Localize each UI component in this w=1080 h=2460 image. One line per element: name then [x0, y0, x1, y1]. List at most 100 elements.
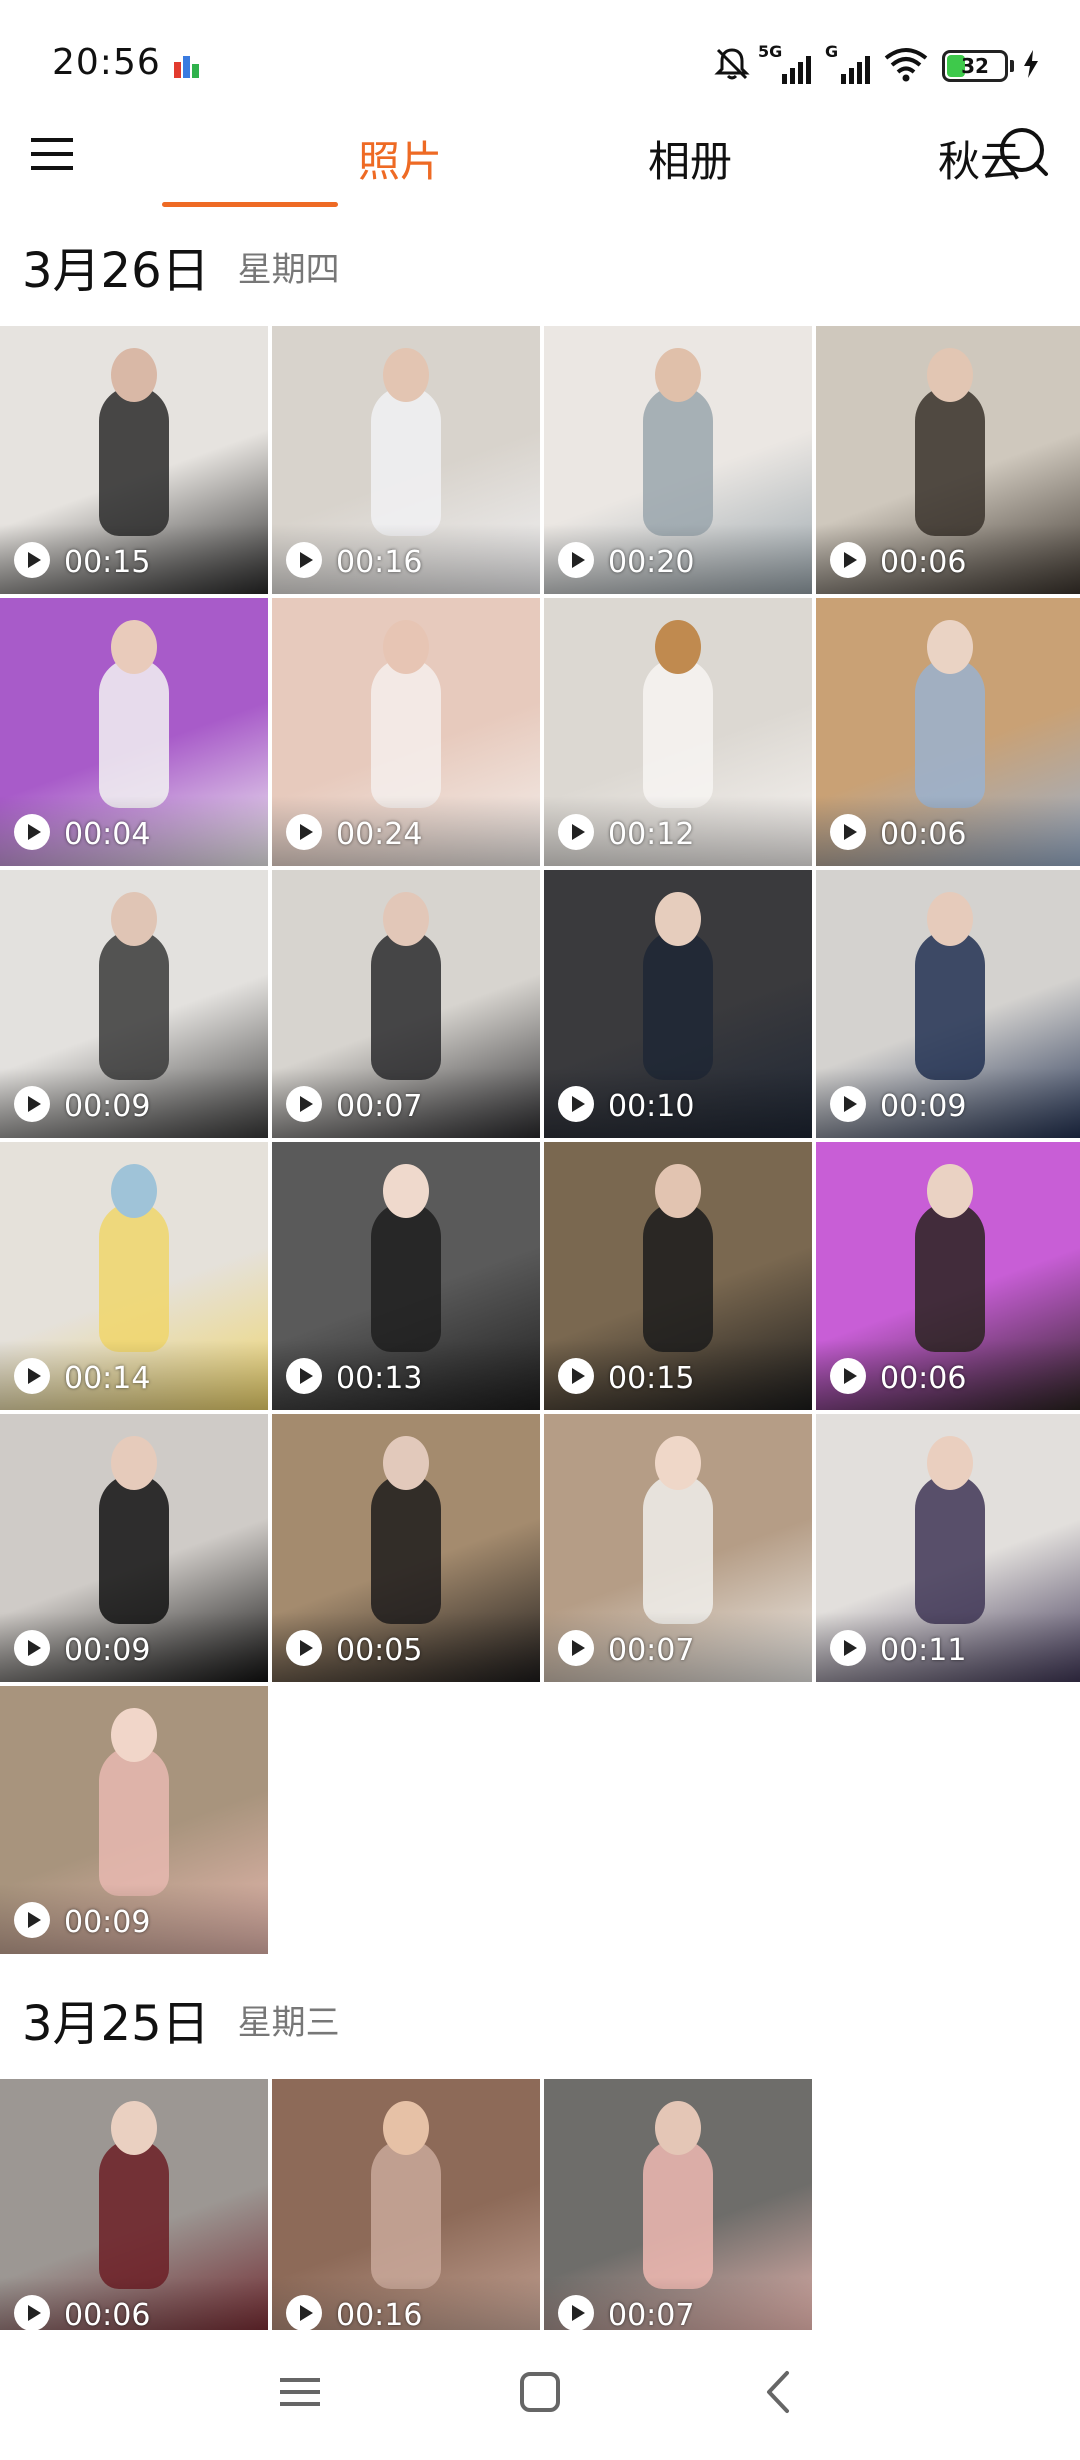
video-thumbnail[interactable]: 00:13 [272, 1142, 540, 1410]
thumbnail-subject [643, 658, 713, 808]
play-icon [830, 542, 866, 578]
thumbnail-subject-head [655, 2101, 701, 2155]
video-thumbnail[interactable]: 00:15 [544, 1142, 812, 1410]
video-thumbnail[interactable]: 00:06 [816, 598, 1080, 866]
thumbnail-subject-head [383, 1164, 429, 1218]
video-duration: 00:06 [64, 2298, 151, 2333]
thumbnail-subject [643, 386, 713, 536]
video-thumbnail[interactable]: 00:12 [544, 598, 812, 866]
video-thumbnail[interactable]: 00:16 [272, 2079, 540, 2347]
thumbnail-subject [371, 1474, 441, 1624]
video-duration: 00:15 [64, 545, 151, 580]
video-duration: 00:09 [880, 1089, 967, 1124]
video-thumbnail[interactable]: 00:09 [0, 1414, 268, 1682]
play-icon [14, 1902, 50, 1938]
video-thumbnail[interactable]: 00:10 [544, 870, 812, 1138]
play-icon [14, 1358, 50, 1394]
search-button[interactable] [994, 124, 1054, 184]
video-thumbnail[interactable]: 00:07 [272, 870, 540, 1138]
thumbnail-subject-head [927, 1164, 973, 1218]
thumbnail-subject [643, 930, 713, 1080]
date-label: 3月25日 [22, 1996, 210, 2052]
video-duration: 00:16 [336, 2298, 423, 2333]
video-duration: 00:06 [880, 1361, 967, 1396]
video-thumbnail[interactable]: 00:09 [0, 1686, 268, 1954]
video-thumbnail[interactable]: 00:09 [816, 870, 1080, 1138]
back-button[interactable] [738, 2354, 818, 2434]
date-header: 3月26日 星期四 [22, 226, 340, 306]
thumbnail-subject-head [655, 1436, 701, 1490]
video-thumbnail[interactable]: 00:04 [0, 598, 268, 866]
play-icon [286, 2295, 322, 2331]
play-icon [286, 814, 322, 850]
signal-g-label: G [825, 42, 839, 61]
thumbnail-subject [915, 1202, 985, 1352]
weekday-label: 星期三 [237, 2002, 340, 2043]
video-thumbnail[interactable]: 00:07 [544, 2079, 812, 2347]
thumbnail-subject-head [111, 620, 157, 674]
play-icon [286, 1358, 322, 1394]
thumbnail-subject-head [655, 620, 701, 674]
app-header: 照片 相册 秋云 [0, 110, 1080, 220]
recents-icon [278, 2372, 322, 2416]
video-duration: 00:15 [608, 1361, 695, 1396]
thumbnail-subject-head [927, 620, 973, 674]
mute-bell-icon [712, 44, 752, 88]
video-duration: 00:20 [608, 545, 695, 580]
signal-5g-label: 5G [758, 42, 783, 61]
thumbnail-subject [915, 930, 985, 1080]
play-icon [558, 2295, 594, 2331]
battery-icon: 32 [942, 50, 1008, 82]
video-thumbnail[interactable]: 00:24 [272, 598, 540, 866]
video-thumbnail[interactable]: 00:06 [816, 326, 1080, 594]
play-icon [14, 542, 50, 578]
video-thumbnail[interactable]: 00:09 [0, 870, 268, 1138]
tab-albums[interactable]: 相册 [600, 128, 780, 189]
signal-g-icon: G [825, 42, 870, 84]
thumbnail-subject-head [655, 892, 701, 946]
thumbnail-subject-head [383, 892, 429, 946]
home-button[interactable] [500, 2354, 580, 2434]
thumbnail-subject [915, 386, 985, 536]
video-duration: 00:16 [336, 545, 423, 580]
thumbnail-subject-head [927, 348, 973, 402]
thumbnail-subject-head [383, 1436, 429, 1490]
video-thumbnail[interactable]: 00:11 [816, 1414, 1080, 1682]
play-icon [558, 814, 594, 850]
video-thumbnail[interactable]: 00:20 [544, 326, 812, 594]
thumbnail-subject [643, 2139, 713, 2289]
thumbnail-subject [371, 1202, 441, 1352]
video-thumbnail[interactable]: 00:06 [816, 1142, 1080, 1410]
recents-button[interactable] [260, 2354, 340, 2434]
wifi-icon [884, 46, 928, 86]
tab-photos[interactable]: 照片 [310, 128, 490, 189]
menu-button[interactable] [28, 132, 76, 180]
search-icon [996, 124, 1052, 184]
thumbnail-subject [915, 1474, 985, 1624]
thumbnail-subject-head [111, 1708, 157, 1762]
thumbnail-subject-head [655, 348, 701, 402]
play-icon [14, 2295, 50, 2331]
video-thumbnail[interactable]: 00:15 [0, 326, 268, 594]
date-label: 3月26日 [22, 243, 210, 299]
video-thumbnail[interactable]: 00:14 [0, 1142, 268, 1410]
video-thumbnail[interactable]: 00:05 [272, 1414, 540, 1682]
play-icon [558, 1358, 594, 1394]
play-icon [558, 542, 594, 578]
video-thumbnail[interactable]: 00:06 [0, 2079, 268, 2347]
video-thumbnail[interactable]: 00:16 [272, 326, 540, 594]
charging-bolt-icon [1022, 49, 1040, 83]
thumbnail-subject-head [655, 1164, 701, 1218]
battery-tip [1010, 60, 1014, 72]
thumbnail-subject [99, 1474, 169, 1624]
thumbnail-subject [99, 658, 169, 808]
thumbnail-subject [371, 386, 441, 536]
video-duration: 00:06 [880, 545, 967, 580]
home-icon [518, 2370, 562, 2418]
weekday-label: 星期四 [237, 249, 340, 290]
video-duration: 00:14 [64, 1361, 151, 1396]
video-thumbnail[interactable]: 00:07 [544, 1414, 812, 1682]
app-notification-icon [172, 52, 202, 82]
video-duration: 00:10 [608, 1089, 695, 1124]
thumbnail-subject [643, 1474, 713, 1624]
